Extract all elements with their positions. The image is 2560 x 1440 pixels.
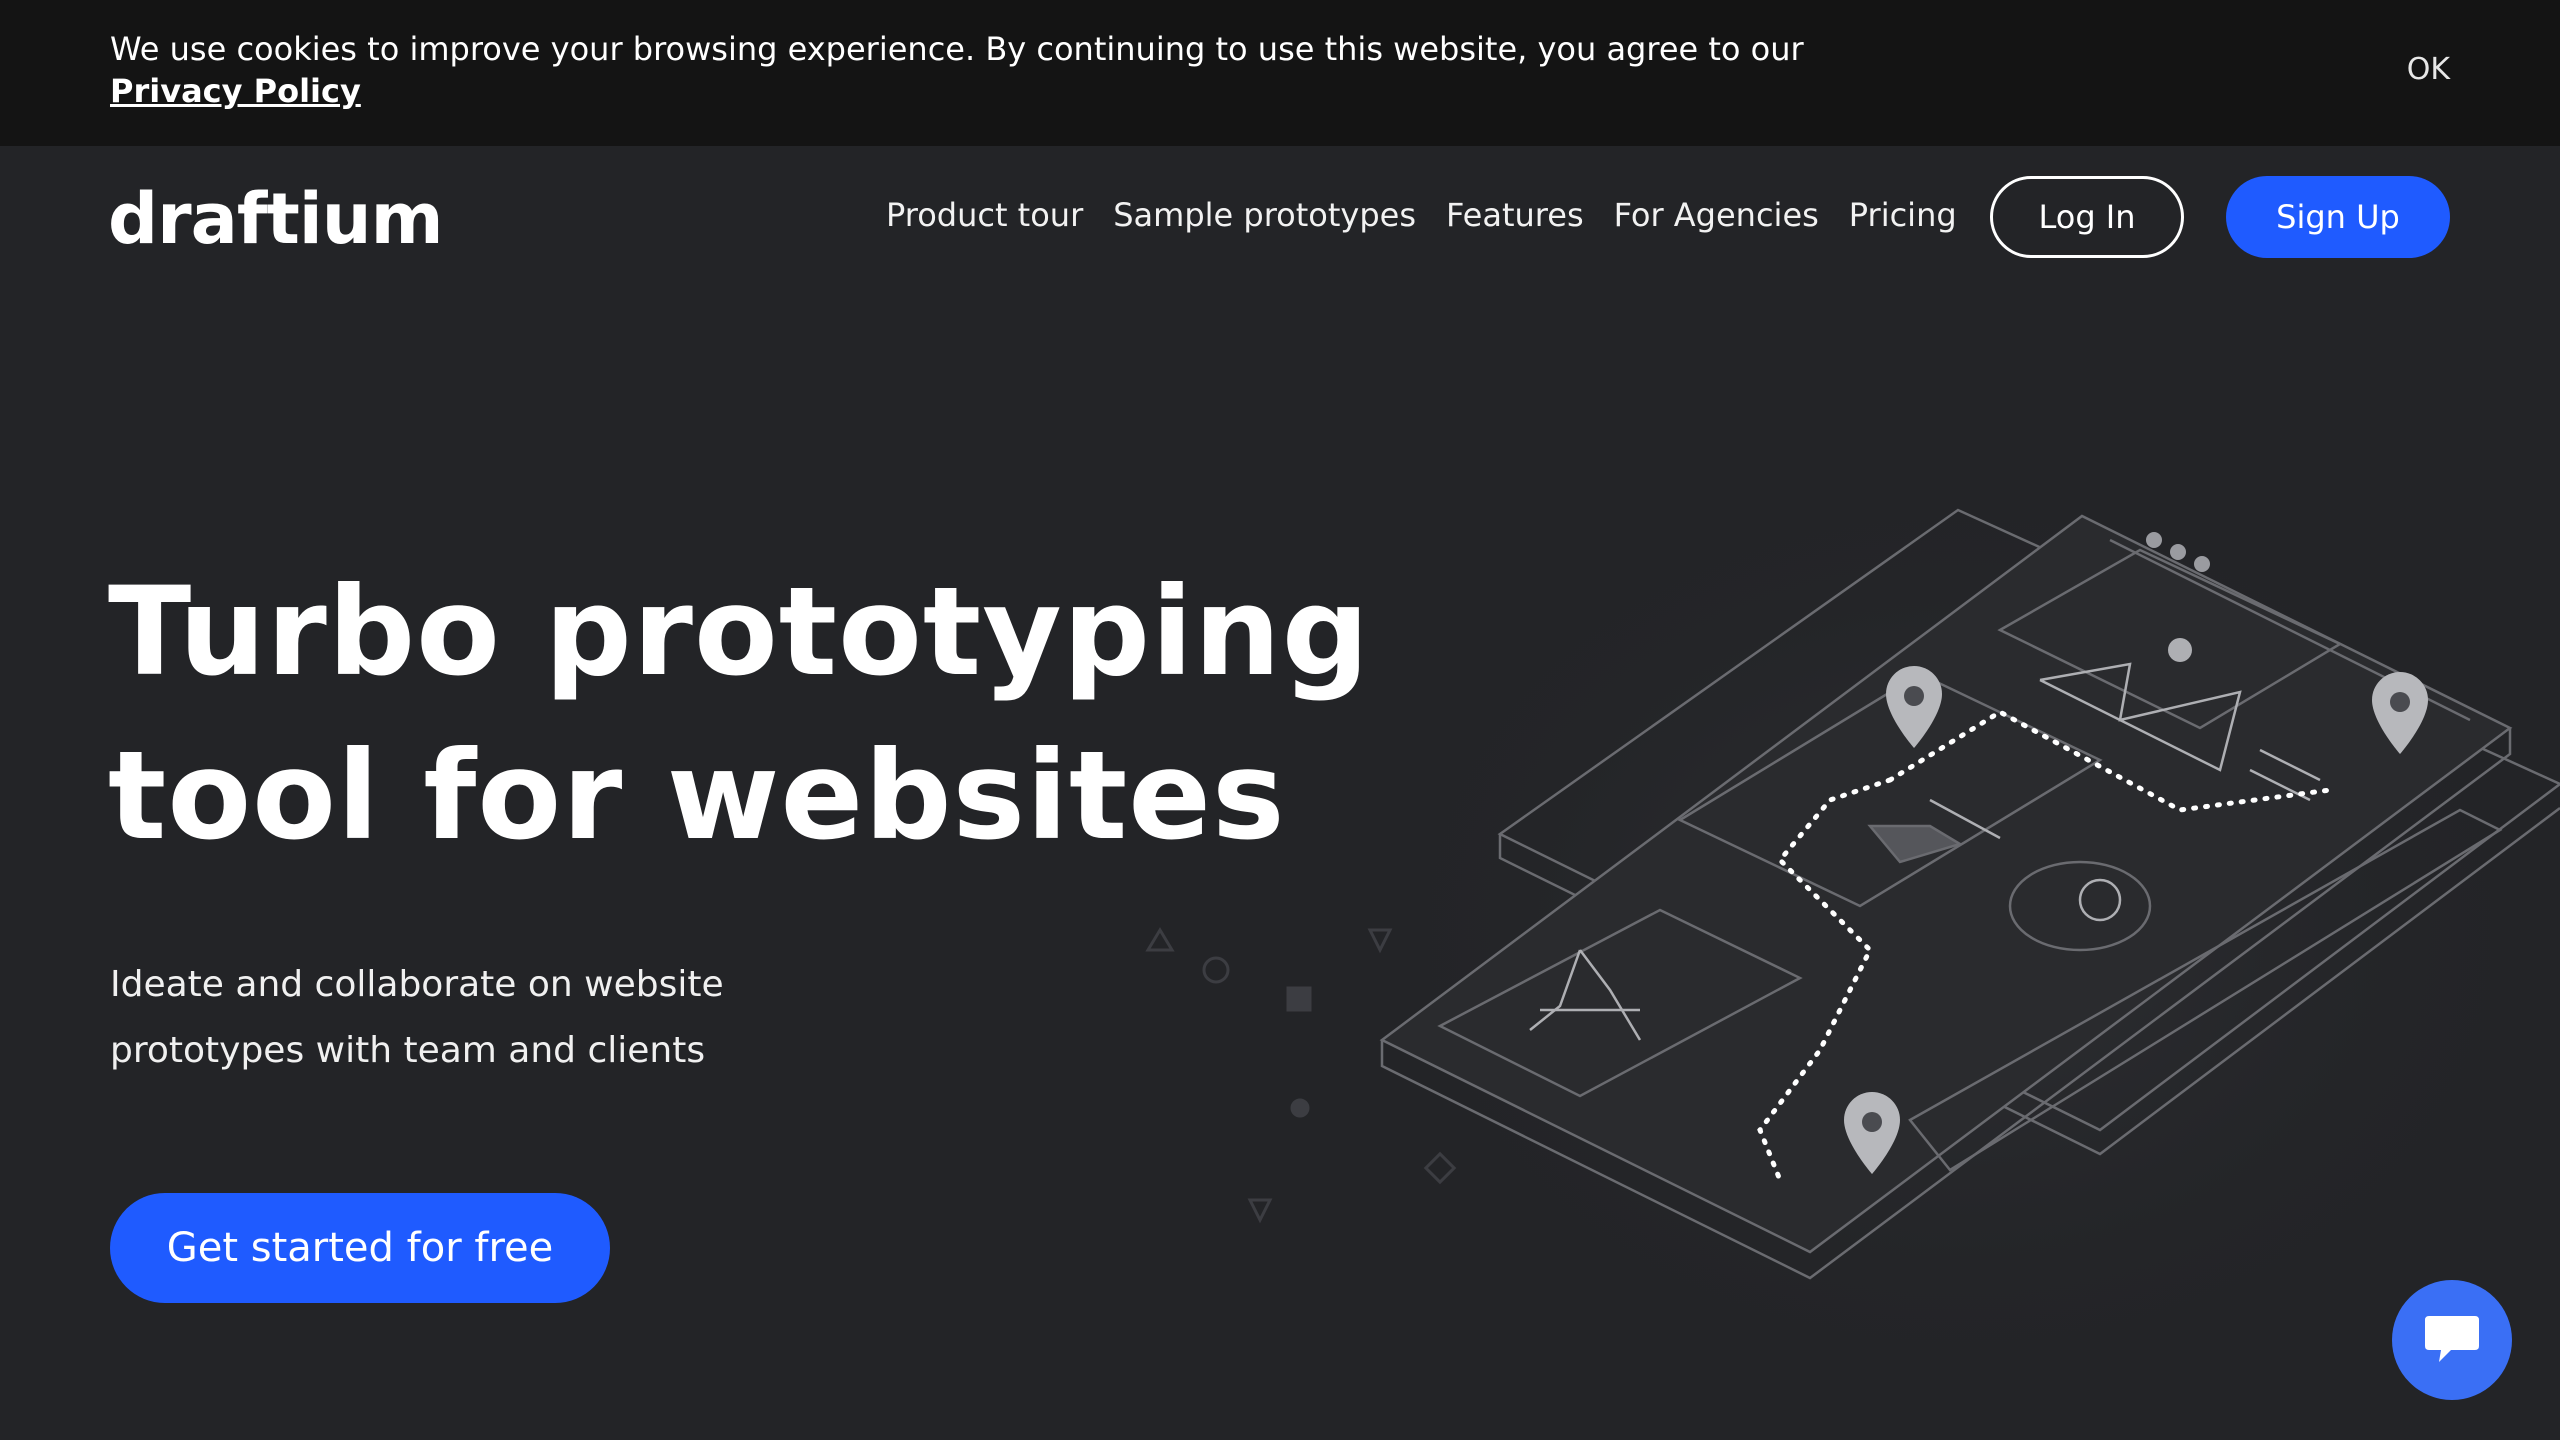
nav-pricing[interactable]: Pricing [1849, 196, 1957, 234]
cookie-message: We use cookies to improve your browsing … [110, 28, 1870, 112]
window-dot-1 [2146, 532, 2162, 548]
deco-circle [1202, 956, 1230, 984]
hero-subtitle-line-1: Ideate and collaborate on website [110, 964, 724, 1005]
deco-triangle [1145, 927, 1175, 952]
hero-subtitle: Ideate and collaborate on website prototy… [110, 952, 790, 1084]
privacy-policy-link[interactable]: Privacy Policy [110, 72, 361, 110]
deco-dot [1290, 1098, 1310, 1118]
hero-illustration [1145, 450, 2560, 1410]
cookie-banner: We use cookies to improve your browsing … [0, 0, 2560, 146]
get-started-button[interactable]: Get started for free [110, 1193, 610, 1303]
nav-features[interactable]: Features [1446, 196, 1584, 234]
draftium-logo[interactable]: draftium [108, 178, 444, 260]
deco-square [1286, 986, 1312, 1012]
cookie-message-text: We use cookies to improve your browsing … [110, 30, 1804, 68]
sun-shape [2168, 638, 2192, 662]
nav-for-agencies[interactable]: For Agencies [1614, 196, 1819, 234]
chat-bubble-icon [2425, 1316, 2479, 1362]
chat-button[interactable] [2392, 1280, 2512, 1400]
nav-product-tour[interactable]: Product tour [886, 196, 1083, 234]
signup-button[interactable]: Sign Up [2226, 176, 2450, 258]
nav-sample-prototypes[interactable]: Sample prototypes [1113, 196, 1416, 234]
main-nav: Product tour Sample prototypes Features … [886, 196, 1987, 234]
hero-subtitle-line-2: prototypes with team and clients [110, 1030, 706, 1071]
login-button[interactable]: Log In [1990, 176, 2184, 258]
window-dot-2 [2170, 544, 2186, 560]
cookie-ok-button[interactable]: OK [2407, 52, 2450, 87]
deco-triangle-3 [1247, 1198, 1273, 1224]
window-dot-3 [2194, 556, 2210, 572]
